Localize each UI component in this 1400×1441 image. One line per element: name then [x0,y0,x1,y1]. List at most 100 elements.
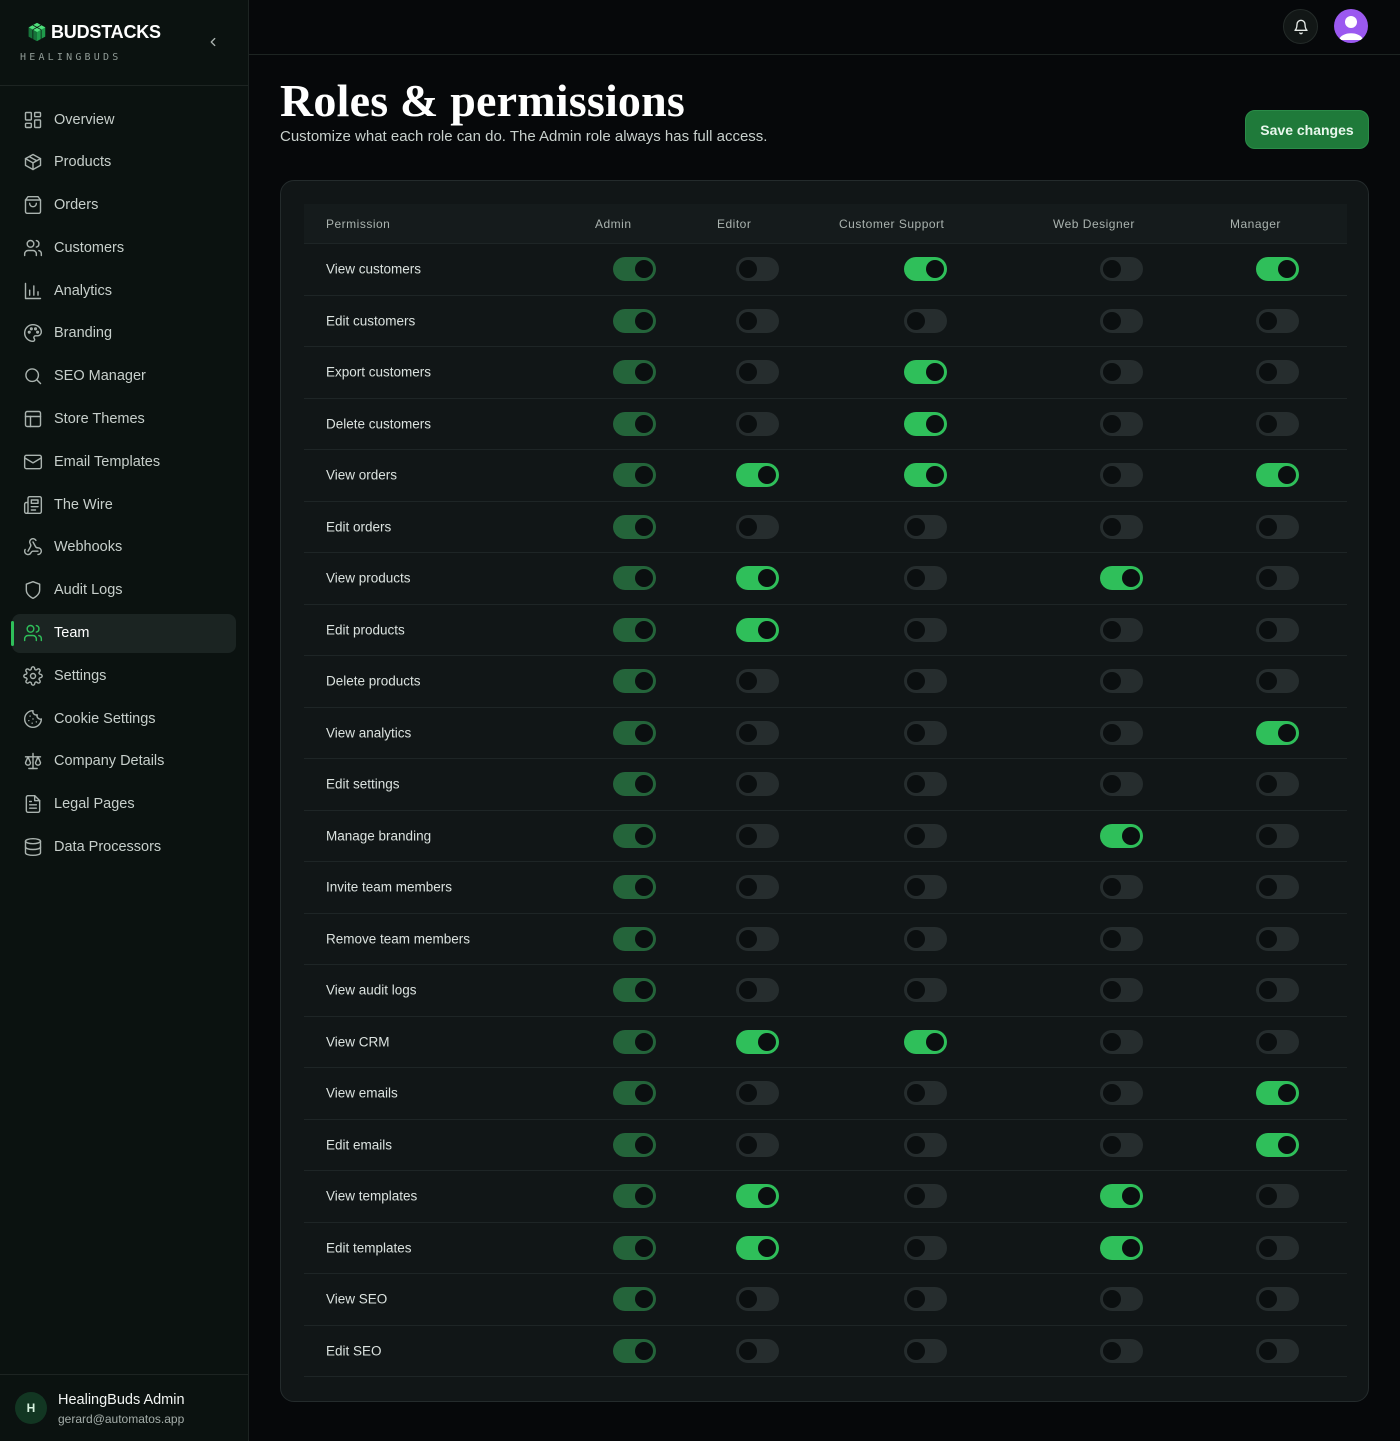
sidebar-item-the-wire[interactable]: The Wire [12,485,236,524]
permission-toggle-customer-support[interactable] [904,720,947,745]
notifications-button[interactable] [1283,9,1318,44]
permission-toggle-web-designer[interactable] [1100,1235,1143,1260]
permission-toggle-editor[interactable] [736,1287,779,1312]
permission-toggle-editor[interactable] [736,772,779,797]
permission-toggle-editor[interactable] [736,1132,779,1157]
permission-toggle-web-designer[interactable] [1100,617,1143,642]
sidebar-item-team[interactable]: Team [11,613,236,653]
permission-toggle-customer-support[interactable] [904,617,947,642]
permission-toggle-customer-support[interactable] [904,875,947,900]
sidebar-item-cookie-settings[interactable]: Cookie Settings [12,699,236,738]
permission-toggle-editor[interactable] [736,360,779,385]
permission-toggle-customer-support[interactable] [904,1235,947,1260]
permission-toggle-customer-support[interactable] [904,1287,947,1312]
permission-toggle-manager[interactable] [1256,360,1299,385]
sidebar-item-company-details[interactable]: Company Details [12,742,236,781]
brand-logo[interactable]: BUDSTACKS [26,21,161,43]
permission-toggle-web-designer[interactable] [1100,1132,1143,1157]
permission-toggle-web-designer[interactable] [1100,926,1143,951]
permission-toggle-customer-support[interactable] [904,823,947,848]
sidebar-item-branding[interactable]: Branding [12,314,236,353]
permission-toggle-customer-support[interactable] [904,772,947,797]
sidebar-item-store-themes[interactable]: Store Themes [12,400,236,439]
permission-toggle-web-designer[interactable] [1100,566,1143,591]
permission-toggle-manager[interactable] [1256,411,1299,436]
sidebar-item-orders[interactable]: Orders [12,186,236,225]
permission-toggle-manager[interactable] [1256,1287,1299,1312]
permission-toggle-editor[interactable] [736,617,779,642]
permission-toggle-editor[interactable] [736,1338,779,1363]
permission-toggle-web-designer[interactable] [1100,1029,1143,1054]
permission-toggle-customer-support[interactable] [904,1081,947,1106]
permission-toggle-customer-support[interactable] [904,360,947,385]
permission-toggle-web-designer[interactable] [1100,1338,1143,1363]
permission-toggle-web-designer[interactable] [1100,720,1143,745]
permission-toggle-web-designer[interactable] [1100,1081,1143,1106]
permission-toggle-manager[interactable] [1256,566,1299,591]
permission-toggle-manager[interactable] [1256,772,1299,797]
save-changes-button[interactable]: Save changes [1245,110,1369,149]
permission-toggle-web-designer[interactable] [1100,772,1143,797]
sidebar-item-legal-pages[interactable]: Legal Pages [12,785,236,824]
permission-toggle-manager[interactable] [1256,617,1299,642]
sidebar-item-data-processors[interactable]: Data Processors [12,828,236,867]
permission-toggle-editor[interactable] [736,257,779,282]
permission-toggle-web-designer[interactable] [1100,669,1143,694]
permission-toggle-customer-support[interactable] [904,514,947,539]
permission-toggle-manager[interactable] [1256,669,1299,694]
permission-toggle-manager[interactable] [1256,514,1299,539]
permission-toggle-manager[interactable] [1256,823,1299,848]
permission-toggle-web-designer[interactable] [1100,514,1143,539]
sidebar-item-seo-manager[interactable]: SEO Manager [12,357,236,396]
permission-toggle-customer-support[interactable] [904,1184,947,1209]
permission-toggle-editor[interactable] [736,411,779,436]
permission-toggle-web-designer[interactable] [1100,1184,1143,1209]
permission-toggle-web-designer[interactable] [1100,360,1143,385]
permission-toggle-manager[interactable] [1256,978,1299,1003]
permission-toggle-web-designer[interactable] [1100,257,1143,282]
permission-toggle-manager[interactable] [1256,257,1299,282]
permission-toggle-web-designer[interactable] [1100,823,1143,848]
user-profile[interactable]: H HealingBuds Admin gerard@automatos.app [0,1374,248,1441]
permission-toggle-web-designer[interactable] [1100,875,1143,900]
permission-toggle-customer-support[interactable] [904,1132,947,1157]
permission-toggle-web-designer[interactable] [1100,1287,1143,1312]
permission-toggle-web-designer[interactable] [1100,978,1143,1003]
permission-toggle-editor[interactable] [736,1184,779,1209]
permission-toggle-customer-support[interactable] [904,1338,947,1363]
permission-toggle-editor[interactable] [736,566,779,591]
sidebar-item-audit-logs[interactable]: Audit Logs [12,571,236,610]
permission-toggle-editor[interactable] [736,463,779,488]
permission-toggle-customer-support[interactable] [904,566,947,591]
permission-toggle-editor[interactable] [736,308,779,333]
permission-toggle-customer-support[interactable] [904,463,947,488]
permission-toggle-customer-support[interactable] [904,926,947,951]
permission-toggle-editor[interactable] [736,978,779,1003]
permission-toggle-manager[interactable] [1256,308,1299,333]
permission-toggle-manager[interactable] [1256,875,1299,900]
permission-toggle-customer-support[interactable] [904,978,947,1003]
permission-toggle-manager[interactable] [1256,1184,1299,1209]
permission-toggle-editor[interactable] [736,720,779,745]
permission-toggle-manager[interactable] [1256,926,1299,951]
permission-toggle-manager[interactable] [1256,1132,1299,1157]
permission-toggle-customer-support[interactable] [904,1029,947,1054]
sidebar-item-customers[interactable]: Customers [12,228,236,267]
permission-toggle-customer-support[interactable] [904,411,947,436]
permission-toggle-editor[interactable] [736,875,779,900]
permission-toggle-web-designer[interactable] [1100,463,1143,488]
permission-toggle-web-designer[interactable] [1100,411,1143,436]
permission-toggle-editor[interactable] [736,1029,779,1054]
permission-toggle-web-designer[interactable] [1100,308,1143,333]
permission-toggle-manager[interactable] [1256,1235,1299,1260]
permission-toggle-editor[interactable] [736,669,779,694]
sidebar-item-webhooks[interactable]: Webhooks [12,528,236,567]
permission-toggle-customer-support[interactable] [904,257,947,282]
permission-toggle-editor[interactable] [736,1081,779,1106]
permission-toggle-manager[interactable] [1256,463,1299,488]
permission-toggle-editor[interactable] [736,514,779,539]
permission-toggle-editor[interactable] [736,823,779,848]
sidebar-item-email-templates[interactable]: Email Templates [12,442,236,481]
permission-toggle-customer-support[interactable] [904,308,947,333]
permission-toggle-manager[interactable] [1256,1081,1299,1106]
